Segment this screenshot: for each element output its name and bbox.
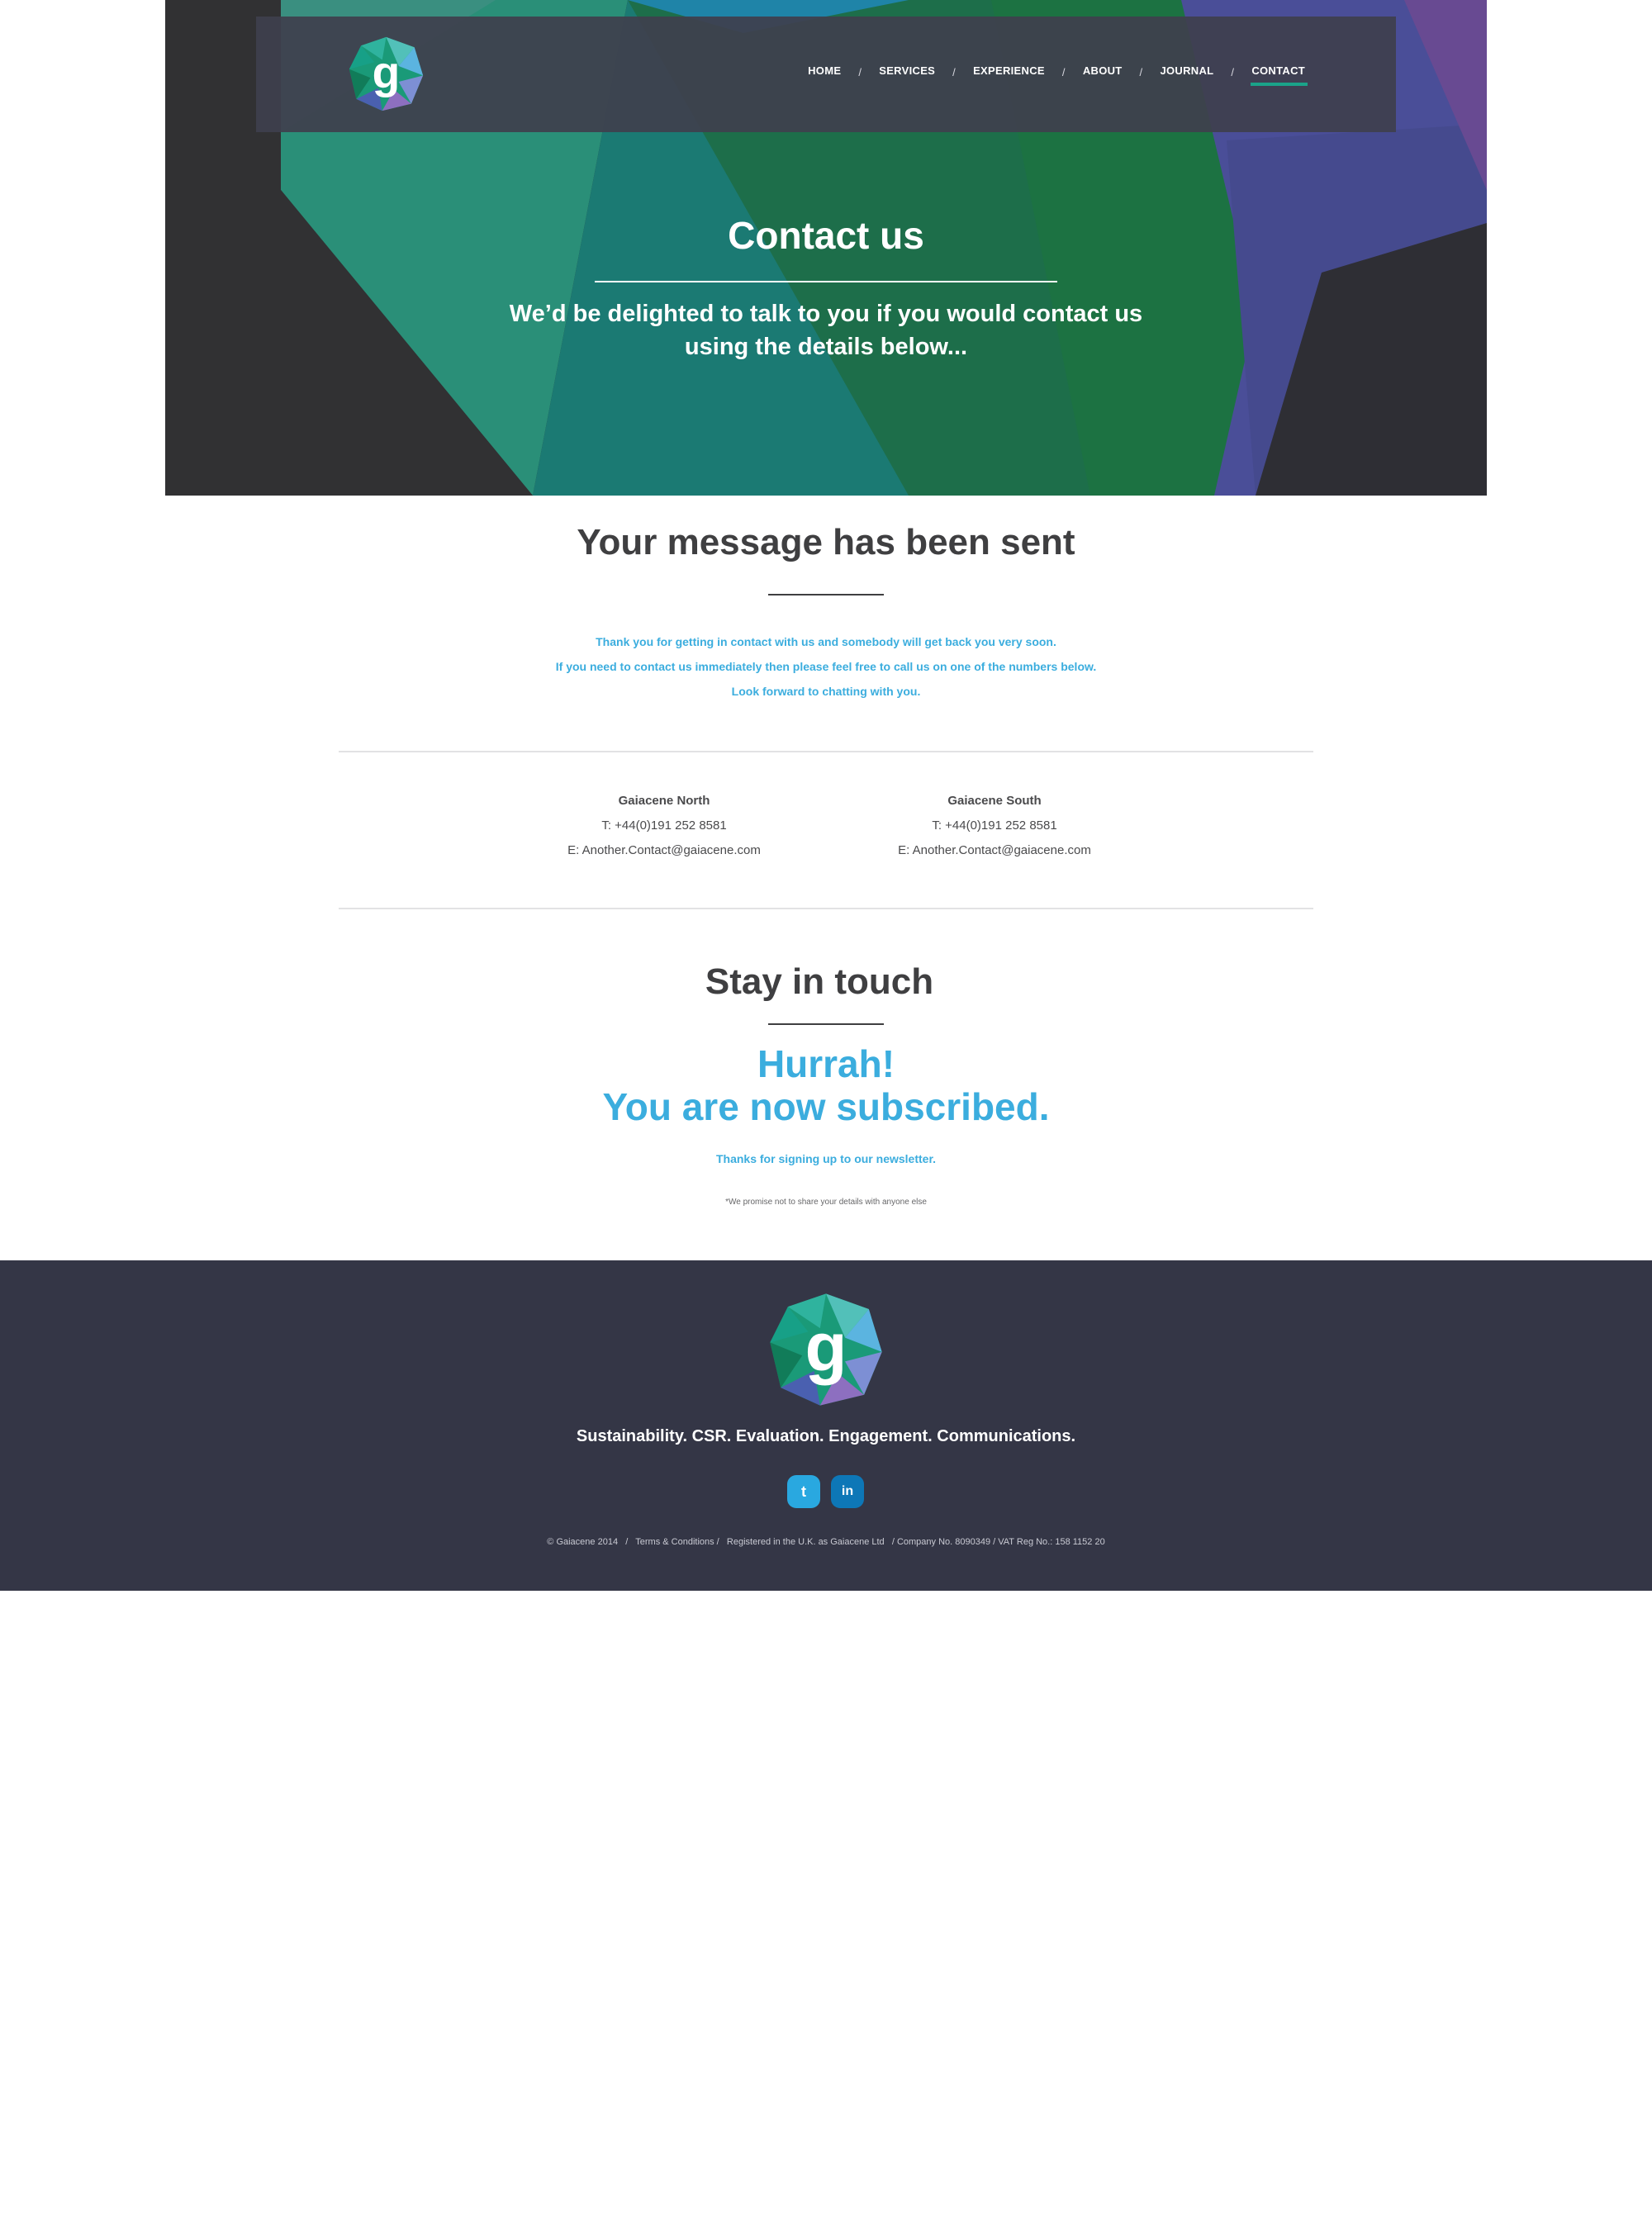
subscribed-headline-line-1: Hurrah! (757, 1042, 895, 1085)
nav-services[interactable]: SERVICES (879, 64, 935, 80)
nav-separator: / (1231, 66, 1235, 78)
nav-separator: / (1061, 66, 1066, 78)
nav-about[interactable]: ABOUT (1083, 64, 1123, 80)
privacy-note: *We promise not to share your details wi… (725, 1198, 927, 1207)
subscribed-headline: Hurrah! You are now subscribed. (0, 1042, 1652, 1128)
top-navbar: g HOME / SERVICES / EXPERIENCE / ABOUT /… (256, 17, 1396, 132)
message-line: If you need to contact us immediately th… (555, 660, 1097, 673)
office-phone[interactable]: T: +44(0)191 252 8581 (515, 814, 813, 838)
office-email[interactable]: E: Another.Contact@gaiacene.com (515, 838, 813, 863)
svg-text:g: g (805, 1308, 847, 1386)
twitter-icon: t (801, 1483, 806, 1500)
nav-contact[interactable]: CONTACT (1251, 64, 1308, 86)
gaiacene-logo-icon[interactable]: g (767, 1290, 885, 1409)
subscribed-thanks: Thanks for signing up to our newsletter. (715, 1152, 937, 1165)
newsletter-divider (768, 1023, 884, 1025)
nav-separator: / (952, 66, 957, 78)
message-divider (768, 594, 884, 595)
message-sent-title: Your message has been sent (577, 522, 1075, 562)
twitter-button[interactable]: t (787, 1475, 820, 1508)
footer-legal: © Gaiacene 2014 / Terms & Conditions / R… (547, 1537, 1105, 1547)
hero-title: Contact us (728, 214, 924, 257)
hero-divider (595, 281, 1057, 282)
section-divider (339, 751, 1313, 752)
message-line: Look forward to chatting with you. (731, 685, 921, 698)
nav-separator: / (858, 66, 862, 78)
nav-separator: / (1139, 66, 1143, 78)
svg-text:g: g (373, 47, 401, 98)
message-sent-body: Thank you for getting in contact with us… (0, 629, 1652, 704)
stay-in-touch-title: Stay in touch (705, 961, 934, 1002)
nav-journal[interactable]: JOURNAL (1160, 64, 1213, 80)
gaiacene-logo-icon[interactable]: g (347, 35, 425, 113)
subscribed-headline-line-2: You are now subscribed. (602, 1085, 1050, 1128)
nav-experience[interactable]: EXPERIENCE (973, 64, 1045, 80)
office-south: Gaiacene South T: +44(0)191 252 8581 E: … (846, 789, 1143, 863)
office-north: Gaiacene North T: +44(0)191 252 8581 E: … (515, 789, 813, 863)
office-phone[interactable]: T: +44(0)191 252 8581 (846, 814, 1143, 838)
linkedin-icon: in (841, 1484, 854, 1498)
office-email[interactable]: E: Another.Contact@gaiacene.com (846, 838, 1143, 863)
message-line: Thank you for getting in contact with us… (596, 635, 1056, 648)
footer-tagline: Sustainability. CSR. Evaluation. Engagem… (576, 1427, 1076, 1445)
main-nav: HOME / SERVICES / EXPERIENCE / ABOUT / J… (808, 64, 1308, 86)
hero-subtitle: We’d be delighted to talk to you if you … (509, 301, 1143, 360)
hero-banner: g HOME / SERVICES / EXPERIENCE / ABOUT /… (165, 0, 1487, 496)
nav-home[interactable]: HOME (808, 64, 841, 80)
site-footer: g Sustainability. CSR. Evaluation. Engag… (0, 1260, 1652, 1591)
linkedin-button[interactable]: in (831, 1475, 864, 1508)
office-name: Gaiacene South (947, 794, 1042, 808)
office-name: Gaiacene North (618, 794, 710, 808)
section-divider (339, 908, 1313, 909)
